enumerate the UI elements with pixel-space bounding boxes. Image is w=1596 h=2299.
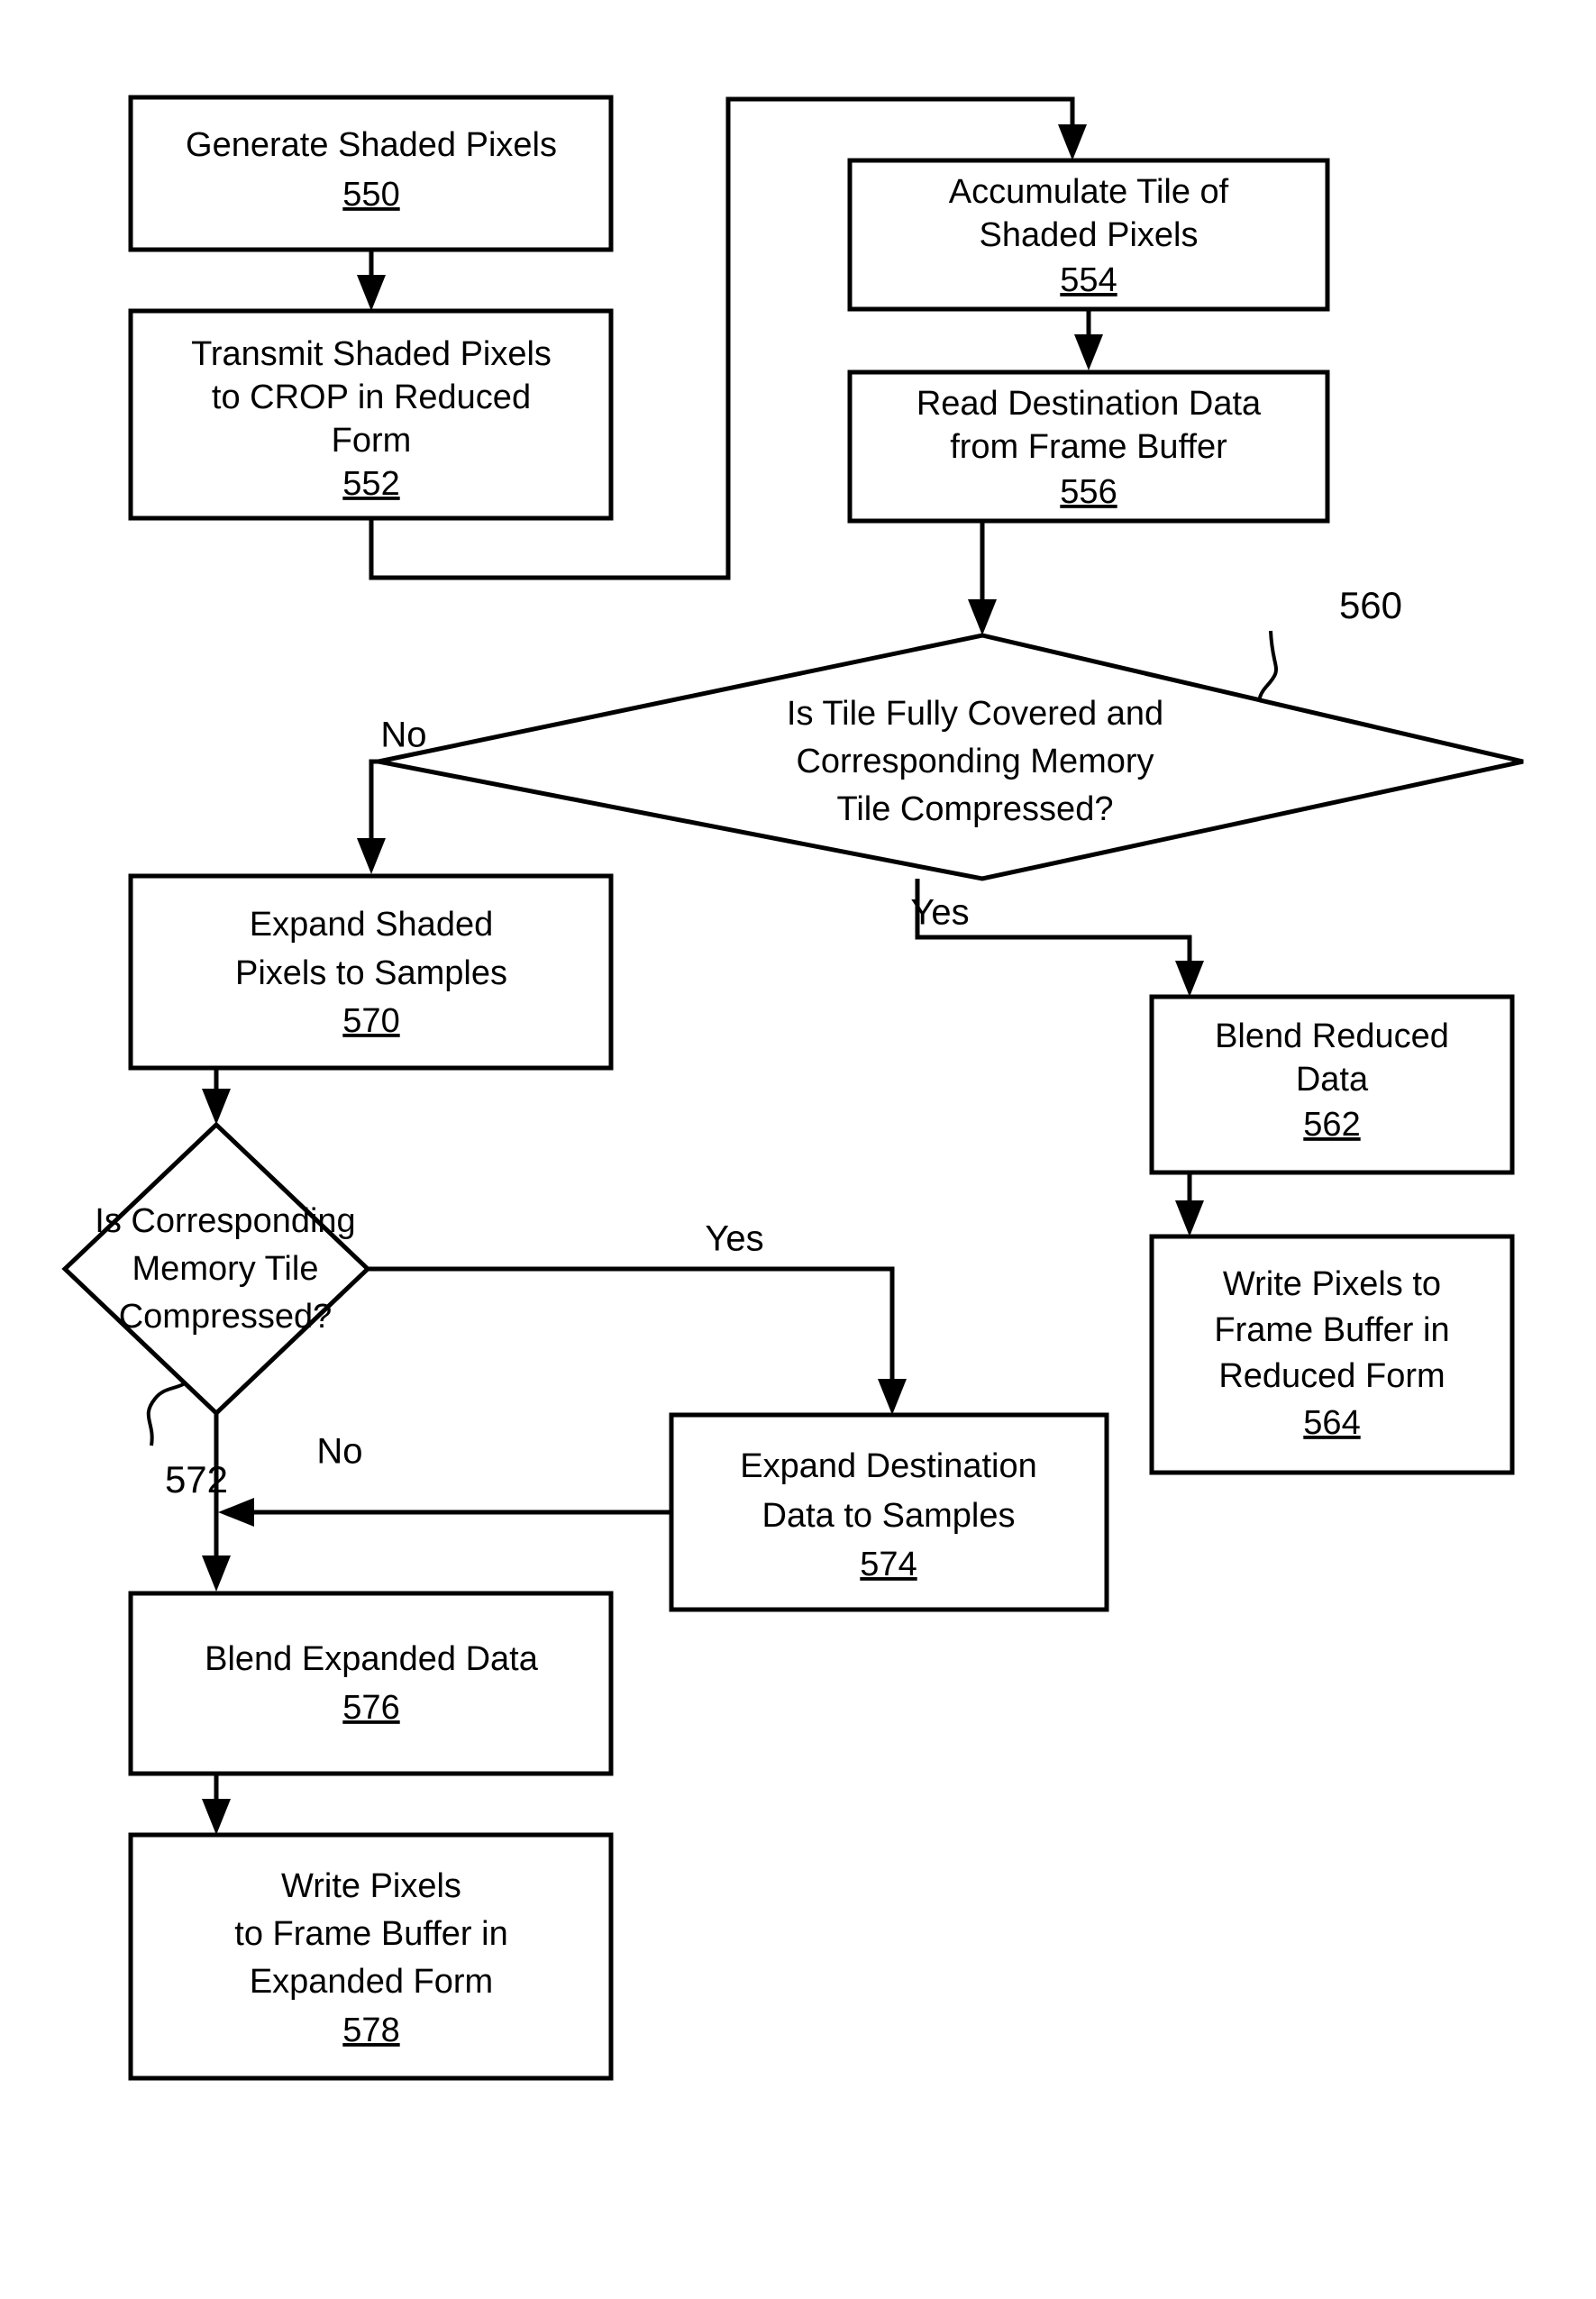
node-572-line-1: Memory Tile bbox=[132, 1250, 319, 1288]
edge-554-to-556 bbox=[1074, 309, 1103, 370]
node-556-ref: 556 bbox=[1060, 473, 1117, 511]
node-576-line-0: Blend Expanded Data bbox=[205, 1640, 539, 1678]
node-expand-destination-data[interactable]: Expand Destination Data to Samples 574 bbox=[669, 1412, 1109, 1612]
node-562-line-0: Blend Reduced bbox=[1215, 1017, 1449, 1055]
node-is-memory-tile-compressed-decision[interactable]: Is Corresponding Memory Tile Compressed? bbox=[61, 1121, 371, 1417]
node-562-line-1: Data bbox=[1296, 1061, 1369, 1099]
node-550-ref: 550 bbox=[342, 176, 399, 214]
node-570-line-0: Expand Shaded bbox=[250, 906, 493, 944]
node-564-line-0: Write Pixels to bbox=[1223, 1265, 1441, 1303]
edge-label-572-no: No bbox=[316, 1432, 362, 1472]
node-read-destination-data[interactable]: Read Destination Data from Frame Buffer … bbox=[847, 369, 1330, 524]
edge-556-to-560 bbox=[968, 521, 997, 635]
node-552-line-2: Form bbox=[332, 422, 412, 460]
node-552-line-1: to CROP in Reduced bbox=[212, 379, 531, 416]
node-expand-shaded-pixels[interactable]: Expand Shaded Pixels to Samples 570 bbox=[128, 873, 614, 1071]
node-accumulate-tile[interactable]: Accumulate Tile of Shaded Pixels 554 bbox=[847, 158, 1330, 312]
node-572-line-2: Compressed? bbox=[119, 1298, 333, 1336]
node-write-pixels-reduced-form[interactable]: Write Pixels to Frame Buffer in Reduced … bbox=[1149, 1234, 1515, 1475]
node-578-line-1: to Frame Buffer in bbox=[234, 1915, 507, 1953]
edge-label-560-no: No bbox=[380, 716, 426, 755]
node-554-line-1: Shaded Pixels bbox=[980, 216, 1199, 254]
flowchart-canvas: Generate Shaded Pixels 550 Transmit Shad… bbox=[0, 0, 1596, 2299]
edge-562-to-564 bbox=[1175, 1172, 1204, 1236]
node-556-line-1: from Frame Buffer bbox=[950, 428, 1227, 466]
node-564-line-2: Reduced Form bbox=[1218, 1357, 1445, 1395]
node-blend-reduced-data[interactable]: Blend Reduced Data 562 bbox=[1149, 994, 1515, 1175]
node-blend-expanded-data[interactable]: Blend Expanded Data 576 bbox=[128, 1591, 614, 1776]
node-564-line-1: Frame Buffer in bbox=[1214, 1311, 1449, 1349]
node-578-line-2: Expanded Form bbox=[250, 1963, 493, 2001]
node-560-line-0: Is Tile Fully Covered and bbox=[787, 695, 1163, 733]
node-578-ref: 578 bbox=[342, 2012, 399, 2049]
edge-550-to-552 bbox=[357, 250, 386, 311]
node-write-pixels-expanded-form[interactable]: Write Pixels to Frame Buffer in Expanded… bbox=[128, 1832, 614, 2081]
callout-number-560: 560 bbox=[1339, 584, 1402, 626]
node-574-ref: 574 bbox=[860, 1546, 917, 1583]
node-554-line-0: Accumulate Tile of bbox=[949, 173, 1229, 211]
edge-572-yes-to-574 bbox=[368, 1266, 907, 1415]
node-560-line-1: Corresponding Memory bbox=[796, 743, 1154, 780]
node-560-line-2: Tile Compressed? bbox=[837, 790, 1114, 828]
node-574-line-0: Expand Destination bbox=[740, 1447, 1037, 1485]
node-564-ref: 564 bbox=[1303, 1404, 1360, 1442]
edge-576-to-578 bbox=[202, 1774, 231, 1835]
edge-572-no-to-576 bbox=[202, 1413, 231, 1592]
edge-570-to-572 bbox=[202, 1068, 231, 1125]
node-572-line-0: Is Corresponding bbox=[95, 1202, 355, 1240]
node-578-line-0: Write Pixels bbox=[281, 1867, 461, 1905]
node-550-line-0: Generate Shaded Pixels bbox=[186, 126, 557, 164]
edge-label-560-yes: Yes bbox=[910, 893, 969, 933]
node-576-ref: 576 bbox=[342, 1689, 399, 1727]
node-552-line-0: Transmit Shaded Pixels bbox=[191, 335, 552, 373]
node-is-tile-fully-covered-decision[interactable]: Is Tile Fully Covered and Corresponding … bbox=[378, 633, 1524, 881]
node-570-ref: 570 bbox=[342, 1002, 399, 1040]
edge-label-572-yes: Yes bbox=[705, 1219, 763, 1259]
edge-574-to-trunk bbox=[218, 1498, 671, 1527]
node-generate-shaded-pixels[interactable]: Generate Shaded Pixels 550 bbox=[128, 95, 614, 252]
callout-number-572: 572 bbox=[165, 1458, 228, 1501]
node-552-ref: 552 bbox=[342, 465, 399, 503]
node-transmit-shaded-pixels[interactable]: Transmit Shaded Pixels to CROP in Reduce… bbox=[128, 308, 614, 521]
node-562-ref: 562 bbox=[1303, 1106, 1360, 1144]
node-570-line-1: Pixels to Samples bbox=[235, 954, 507, 992]
edge-560-no-to-570 bbox=[357, 759, 386, 874]
node-554-ref: 554 bbox=[1060, 261, 1117, 299]
node-574-line-1: Data to Samples bbox=[762, 1497, 1016, 1535]
flowchart-svg: Generate Shaded Pixels 550 Transmit Shad… bbox=[61, 95, 1524, 2081]
node-556-line-0: Read Destination Data bbox=[917, 385, 1262, 423]
